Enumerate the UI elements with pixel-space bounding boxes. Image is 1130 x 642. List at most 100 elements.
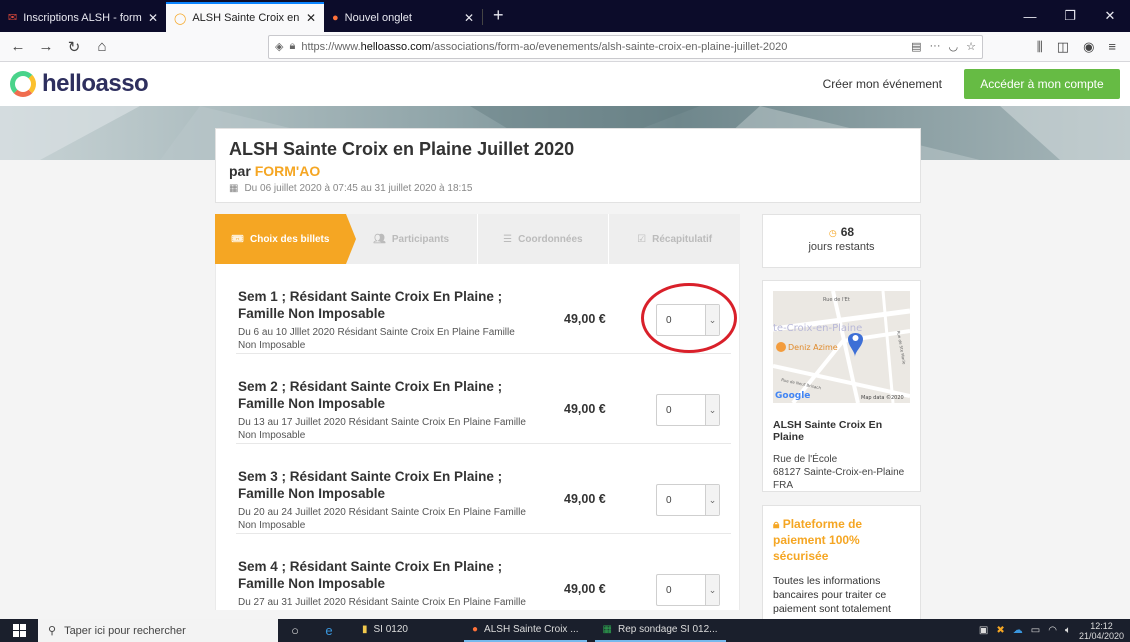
days-label: jours restants bbox=[808, 241, 875, 253]
address-line: 68127 Sainte-Croix-en-Plaine bbox=[773, 467, 905, 478]
sidebar-icon[interactable]: ◫ bbox=[1057, 39, 1069, 55]
browser-tab-mail[interactable]: ✉ Inscriptions ALSH - formao.co ✕ bbox=[0, 3, 166, 32]
quantity-value: 0 bbox=[666, 494, 672, 506]
quantity-select[interactable]: 0 ⌄ bbox=[656, 394, 720, 426]
secure-payment-text: Toutes les informations bancaires pour t… bbox=[773, 575, 891, 615]
close-window-icon[interactable]: ✕ bbox=[1090, 8, 1130, 24]
shield-icon[interactable]: ◈ bbox=[275, 40, 283, 53]
taskbar-app-firefox[interactable]: ● ALSH Sainte Croix ... bbox=[464, 619, 587, 642]
place-name: ALSH Sainte Croix En Plaine bbox=[773, 419, 883, 443]
map-town-label: te-Croix-en-Plaine bbox=[773, 323, 862, 334]
ticket-row: Sem 4 ; Résidant Sainte Croix En Plaine … bbox=[236, 534, 731, 610]
chevron-down-icon[interactable]: ⌄ bbox=[705, 575, 719, 605]
cloud-icon[interactable]: ☁ bbox=[1013, 625, 1023, 636]
ticket-list: Sem 1 ; Résidant Sainte Croix En Plaine … bbox=[215, 264, 740, 610]
ticket-row: Sem 2 ; Résidant Sainte Croix En Plaine … bbox=[236, 354, 731, 444]
map-credit: Map data ©2020 bbox=[861, 394, 904, 401]
menu-icon[interactable]: ≡ bbox=[1108, 39, 1116, 55]
ticket-price: 49,00 € bbox=[564, 582, 606, 596]
app-tray-icon[interactable]: ✖ bbox=[996, 625, 1004, 636]
ticket-description: Du 20 au 24 Juillet 2020 Résidant Sainte… bbox=[238, 507, 526, 531]
reader-view-icon[interactable]: ▤ bbox=[911, 40, 921, 53]
new-tab-icon[interactable]: + bbox=[483, 5, 514, 32]
location-map[interactable]: Rue de l'Et te-Croix-en-Plaine Deniz Azi… bbox=[773, 291, 910, 403]
more-actions-icon[interactable]: ··· bbox=[930, 40, 941, 53]
quantity-value: 0 bbox=[666, 404, 672, 416]
battery-icon[interactable]: ▭ bbox=[1031, 625, 1040, 636]
days-count-line: ◷ 68 bbox=[763, 225, 920, 239]
taskbar-app-folder[interactable]: ▮ SI 0120 bbox=[354, 619, 416, 642]
organizer-link[interactable]: FORM'AO bbox=[255, 163, 321, 179]
back-icon[interactable]: ← bbox=[6, 35, 30, 59]
secure-payment-title: 🔒︎ Plateforme de paiement 100% sécurisée bbox=[773, 516, 910, 564]
quantity-value: 0 bbox=[666, 584, 672, 596]
taskbar-app-label: SI 0120 bbox=[373, 624, 408, 635]
browser-tab-helloasso[interactable]: ◯ ALSH Sainte Croix en Plaine Jui ✕ bbox=[166, 2, 324, 32]
quantity-select[interactable]: 0 ⌄ bbox=[656, 304, 720, 336]
wifi-icon[interactable]: ◠ bbox=[1048, 625, 1057, 636]
windows-start-icon[interactable] bbox=[0, 624, 38, 637]
ticket-description: Du 6 au 10 Jlllet 2020 Résidant Sainte C… bbox=[238, 327, 515, 351]
account-icon[interactable]: ◉ bbox=[1083, 39, 1094, 55]
google-logo: Google bbox=[775, 391, 810, 401]
system-tray: ▣ ✖ ☁ ▭ ◠ 🔈︎ 12:12 21/04/2020 bbox=[979, 621, 1130, 641]
ticket-price: 49,00 € bbox=[564, 402, 606, 416]
tab-title: ALSH Sainte Croix en Plaine Jui bbox=[192, 12, 300, 24]
step-ticket-choice[interactable]: 🎟︎ Choix des billets bbox=[215, 214, 356, 264]
browser-tab-strip: ✉ Inscriptions ALSH - formao.co ✕ ◯ ALSH… bbox=[0, 0, 1130, 32]
mail-icon: ✉ bbox=[8, 12, 18, 24]
firefox-icon: ● bbox=[472, 624, 479, 635]
close-tab-icon[interactable]: ✕ bbox=[148, 11, 158, 25]
close-tab-icon[interactable]: ✕ bbox=[464, 11, 474, 25]
event-info-card: ALSH Sainte Croix en Plaine Juillet 2020… bbox=[215, 128, 921, 203]
days-count: 68 bbox=[840, 225, 855, 239]
browser-tab-new[interactable]: ● Nouvel onglet ✕ bbox=[324, 3, 482, 32]
logo-ring-icon bbox=[10, 71, 36, 97]
restore-icon[interactable]: ❐ bbox=[1050, 8, 1090, 24]
minimize-icon[interactable]: — bbox=[1010, 9, 1050, 24]
close-tab-icon[interactable]: ✕ bbox=[306, 11, 316, 25]
step-chevron bbox=[345, 214, 356, 264]
site-header: helloasso Créer mon événement Accéder à … bbox=[0, 62, 1130, 106]
chevron-down-icon[interactable]: ⌄ bbox=[705, 395, 719, 425]
window-controls: — ❐ ✕ bbox=[1010, 0, 1130, 32]
url-text[interactable]: https://www.helloasso.com/associations/f… bbox=[301, 41, 905, 53]
taskbar-app-label: ALSH Sainte Croix ... bbox=[484, 624, 579, 635]
list-icon: ☰ bbox=[503, 233, 513, 245]
account-button[interactable]: Accéder à mon compte bbox=[964, 69, 1120, 99]
secure-title-text: Plateforme de paiement 100% sécurisée bbox=[773, 517, 863, 563]
task-view-icon[interactable]: ○ bbox=[278, 623, 312, 638]
edge-icon[interactable]: e bbox=[312, 623, 346, 638]
url-bar[interactable]: ◈ 🔒︎ https://www.helloasso.com/associati… bbox=[268, 34, 983, 59]
event-dates: ▦ Du 06 juillet 2020 à 07:45 au 31 juill… bbox=[229, 183, 907, 194]
chevron-down-icon[interactable]: ⌄ bbox=[705, 305, 719, 335]
checkout-steps: 🎟︎ Choix des billets 👥︎ Participants ☰ C… bbox=[215, 214, 740, 264]
create-event-link[interactable]: Créer mon événement bbox=[823, 77, 942, 91]
clock-icon: ◷ bbox=[828, 228, 837, 238]
lock-icon: 🔒︎ bbox=[773, 517, 783, 531]
lock-icon[interactable]: 🔒︎ bbox=[289, 40, 295, 53]
pocket-icon[interactable]: ◡ bbox=[949, 40, 959, 53]
volume-icon[interactable]: 🔈︎ bbox=[1065, 625, 1071, 636]
taskbar-app-spreadsheet[interactable]: ▦ Rep sondage SI 012... bbox=[594, 619, 726, 642]
clock-date: 21/04/2020 bbox=[1078, 630, 1124, 641]
chevron-down-icon[interactable]: ⌄ bbox=[705, 485, 719, 515]
users-icon: 👥︎ bbox=[373, 233, 386, 245]
bookmark-star-icon[interactable]: ☆ bbox=[966, 40, 976, 53]
taskbar-clock[interactable]: 12:12 21/04/2020 bbox=[1079, 621, 1124, 641]
calendar-icon: ▦ bbox=[229, 183, 239, 194]
reload-icon[interactable]: ↻ bbox=[62, 35, 86, 59]
step-label: Choix des billets bbox=[249, 233, 330, 245]
ticket-description: Du 13 au 17 Juillet 2020 Résidant Sainte… bbox=[238, 417, 526, 441]
quantity-select[interactable]: 0 ⌄ bbox=[656, 484, 720, 516]
library-icon[interactable]: ⫼ bbox=[1037, 39, 1043, 55]
forward-icon[interactable]: → bbox=[34, 35, 58, 59]
quantity-select[interactable]: 0 ⌄ bbox=[656, 574, 720, 606]
notification-icon[interactable]: ▣ bbox=[979, 625, 988, 636]
home-icon[interactable]: ⌂ bbox=[90, 35, 114, 59]
ticket-name: Sem 4 ; Résidant Sainte Croix En Plaine … bbox=[238, 559, 503, 591]
taskbar-search[interactable]: ⚲ Taper ici pour rechercher bbox=[38, 619, 278, 642]
helloasso-logo[interactable]: helloasso bbox=[10, 70, 149, 98]
folder-icon: ▮ bbox=[362, 624, 368, 635]
step-summary: ☑ Récapitulatif bbox=[609, 214, 740, 264]
